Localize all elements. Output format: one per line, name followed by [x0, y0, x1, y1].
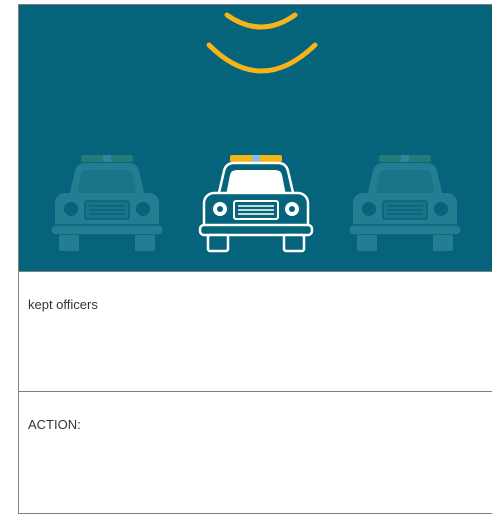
police-car-icon-left: .d .body{fill:#2f8a9a;stroke:#2f8a9a;str… [50, 155, 164, 251]
police-car-icon-right [348, 155, 462, 251]
police-cars-illustration: .d .body{fill:#2f8a9a;stroke:#2f8a9a;str… [19, 5, 492, 271]
signal-arcs-icon [206, 12, 318, 74]
story-card: .d .body{fill:#2f8a9a;stroke:#2f8a9a;str… [18, 4, 492, 514]
action-label: ACTION: [28, 417, 81, 432]
action-panel[interactable]: ACTION: [19, 391, 492, 514]
caption-panel: kept officers [19, 271, 492, 391]
police-car-icon-center [198, 155, 314, 253]
caption-text: kept officers [28, 297, 98, 312]
